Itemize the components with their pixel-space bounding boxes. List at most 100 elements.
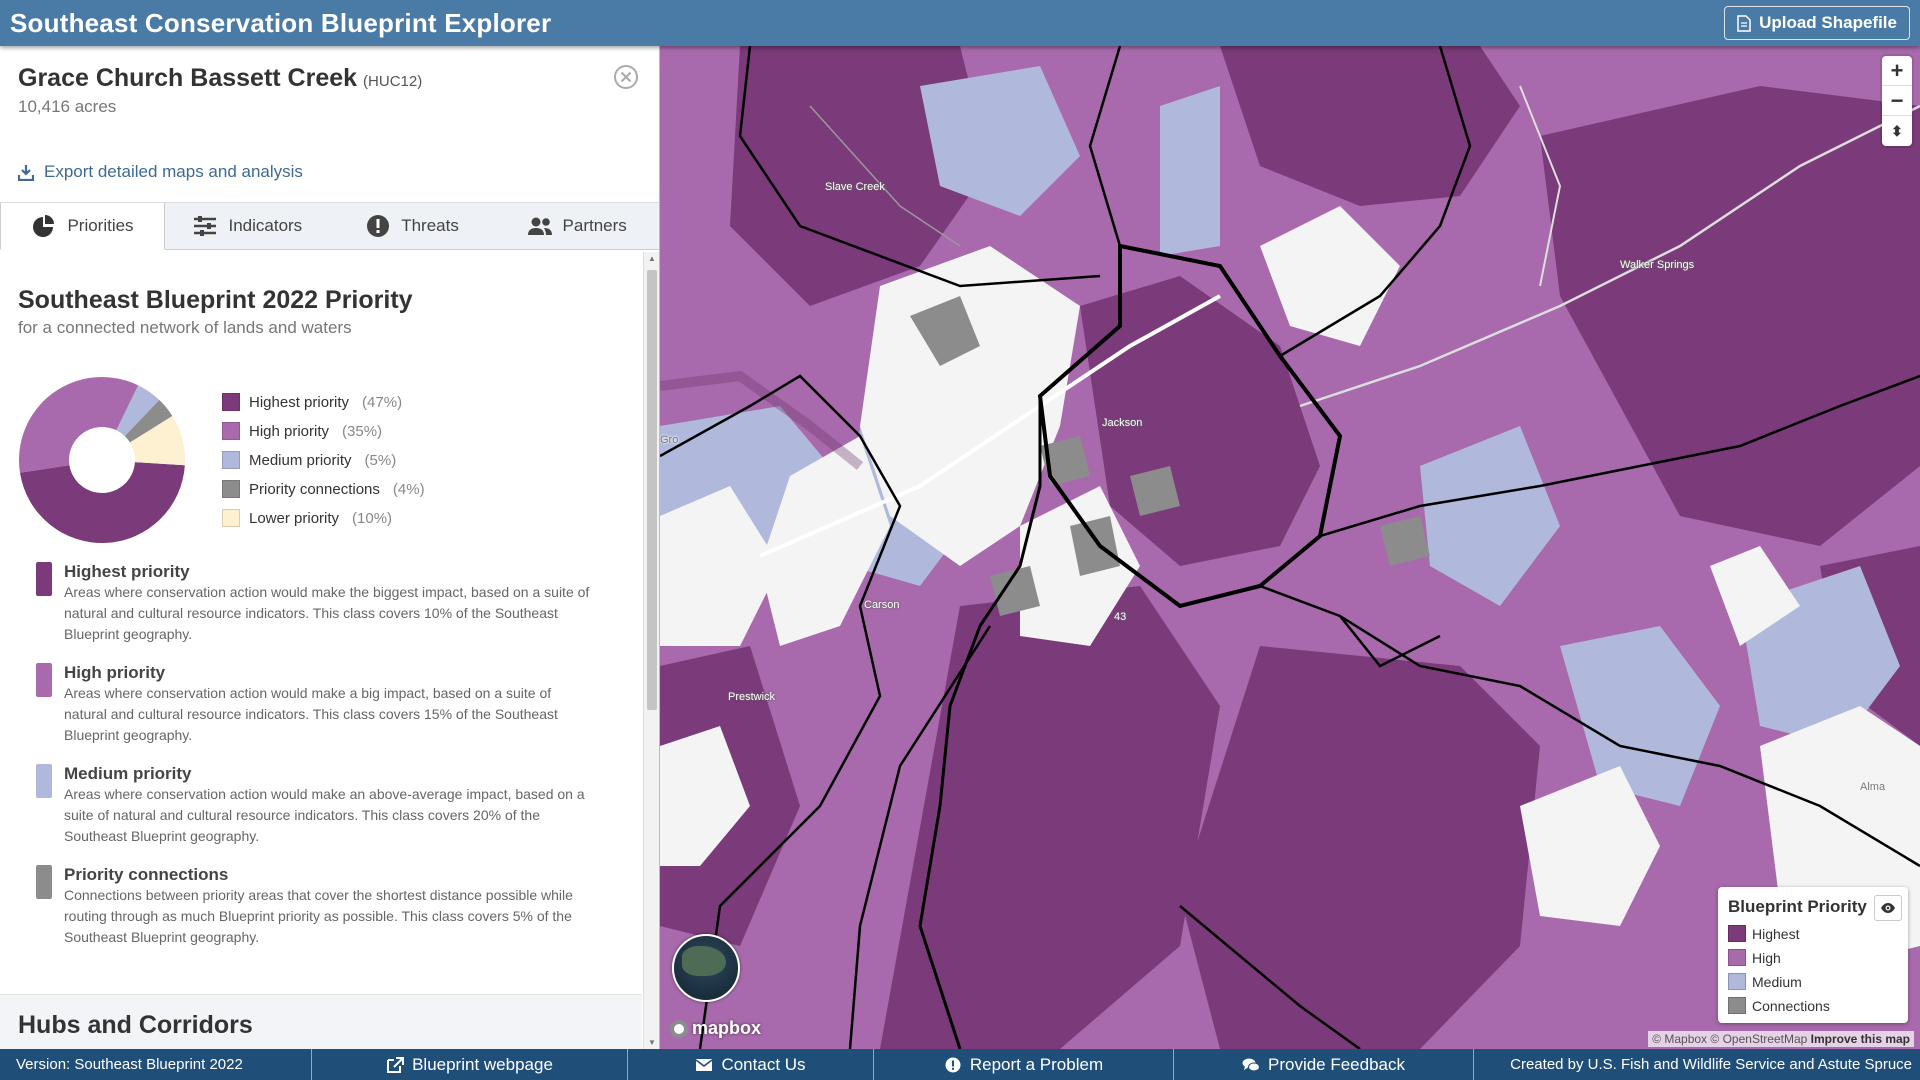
sidebar-scrollbar[interactable]: ▲ ▼ bbox=[643, 252, 659, 1049]
definition-body: Priority connections Connections between … bbox=[64, 865, 594, 948]
map-label-road-43: 43 bbox=[1114, 611, 1127, 623]
eye-icon bbox=[1881, 903, 1895, 913]
map-legend: Blueprint Priority Highest High Medium Conn… bbox=[1718, 887, 1908, 1023]
tab-indicators[interactable]: Indicators bbox=[165, 203, 330, 249]
donut-slice-highest-priority bbox=[19, 462, 185, 543]
map-label-jackson: Jackson bbox=[1102, 417, 1143, 429]
minimap-land bbox=[682, 946, 726, 976]
tab-priorities[interactable]: Priorities bbox=[0, 203, 165, 250]
map-legend-title: Blueprint Priority bbox=[1728, 897, 1867, 916]
map-label-prestwick: Prestwick bbox=[728, 691, 776, 703]
close-icon[interactable] bbox=[613, 64, 639, 90]
footer-credit: Created by U.S. Fish and Wildlife Servic… bbox=[1510, 1056, 1912, 1073]
export-report-link[interactable]: Export detailed maps and analysis bbox=[0, 154, 659, 190]
definition-text: Areas where conservation action would ma… bbox=[64, 584, 590, 642]
map-legend-swatch bbox=[1728, 949, 1746, 966]
attrib-improve[interactable]: Improve this map bbox=[1811, 1032, 1910, 1046]
definition-title: Priority connections bbox=[64, 865, 229, 884]
definition-color-bar bbox=[36, 663, 52, 697]
mapbox-logo[interactable]: mapbox bbox=[670, 1018, 761, 1039]
priority-definition: Priority connections Connections between … bbox=[18, 865, 624, 948]
footer-report-link[interactable]: Report a Problem bbox=[874, 1049, 1174, 1080]
compass-button[interactable]: ⬍ bbox=[1882, 116, 1912, 146]
footer-contact-label: Contact Us bbox=[721, 1054, 806, 1074]
map-legend-item: Medium bbox=[1728, 973, 1898, 990]
chart-legend-item: Priority connections (4%) bbox=[222, 480, 425, 498]
zoom-in-button[interactable]: + bbox=[1882, 56, 1912, 86]
map-legend-swatch bbox=[1728, 925, 1746, 942]
map-label-walker-springs: Walker Springs bbox=[1620, 259, 1695, 271]
legend-label: Lower priority bbox=[249, 509, 340, 527]
definition-color-bar bbox=[36, 764, 52, 798]
definition-body: Highest priority Areas where conservation… bbox=[64, 562, 594, 645]
exclamation-icon bbox=[367, 215, 390, 237]
unit-title: Grace Church Bassett Creek (HUC12) bbox=[18, 64, 641, 93]
toggle-visibility-button[interactable] bbox=[1874, 895, 1902, 921]
footer-blueprint-link[interactable]: Blueprint webpage bbox=[312, 1049, 628, 1080]
map-label-alma: Alma bbox=[1860, 781, 1886, 793]
priority-definitions: Highest priority Areas where conservation… bbox=[18, 562, 624, 948]
definition-body: Medium priority Areas where conservation … bbox=[64, 764, 594, 847]
upload-shapefile-label: Upload Shapefile bbox=[1759, 13, 1897, 32]
map-legend-label: High bbox=[1752, 949, 1781, 966]
tab-indicators-label: Indicators bbox=[228, 216, 303, 235]
app-title: Southeast Conservation Blueprint Explore… bbox=[10, 7, 552, 38]
scroll-up-icon[interactable]: ▲ bbox=[648, 254, 656, 263]
priority-donut-chart bbox=[19, 377, 185, 543]
unit-name: Grace Church Bassett Creek bbox=[18, 64, 358, 92]
legend-percent: (4%) bbox=[392, 480, 425, 498]
pie-chart-icon bbox=[33, 215, 55, 237]
legend-label: Priority connections bbox=[249, 480, 380, 498]
legend-swatch bbox=[222, 509, 240, 527]
legend-swatch bbox=[222, 451, 240, 469]
map-view[interactable]: Slave Creek Walker Springs Jackson Carso… bbox=[660, 46, 1920, 1049]
chart-legend-item: High priority (35%) bbox=[222, 422, 425, 440]
zoom-control: + − ⬍ bbox=[1882, 56, 1912, 146]
map-legend-label: Highest bbox=[1752, 925, 1800, 942]
tab-priorities-label: Priorities bbox=[67, 216, 134, 235]
attrib-mapbox[interactable]: © Mapbox bbox=[1652, 1032, 1707, 1046]
sliders-icon bbox=[194, 216, 217, 236]
scroll-down-icon[interactable]: ▼ bbox=[648, 1038, 656, 1047]
definition-title: High priority bbox=[64, 663, 166, 682]
legend-percent: (47%) bbox=[362, 393, 403, 411]
tab-partners[interactable]: Partners bbox=[494, 203, 659, 249]
legend-label: Medium priority bbox=[249, 451, 352, 469]
map-legend-item: Highest bbox=[1728, 925, 1898, 942]
locator-minimap[interactable] bbox=[672, 934, 740, 1002]
chart-legend-item: Lower priority (10%) bbox=[222, 509, 425, 527]
priority-chart-row: Highest priority (47%) High priority (35%) M… bbox=[18, 376, 624, 544]
chart-legend-item: Medium priority (5%) bbox=[222, 451, 425, 469]
tab-threats[interactable]: Threats bbox=[330, 203, 495, 249]
footer-feedback-label: Provide Feedback bbox=[1267, 1054, 1406, 1074]
app-header: Southeast Conservation Blueprint Explore… bbox=[0, 0, 1920, 46]
export-label: Export detailed maps and analysis bbox=[44, 162, 303, 181]
footer-report-label: Report a Problem bbox=[969, 1054, 1104, 1074]
definition-title: Medium priority bbox=[64, 764, 192, 783]
definition-title: Highest priority bbox=[64, 562, 190, 581]
exclamation-circle-icon bbox=[945, 1057, 961, 1072]
legend-percent: (35%) bbox=[342, 422, 383, 440]
tab-bar: Priorities Indicators Threats Partners bbox=[0, 202, 659, 250]
attrib-osm[interactable]: © OpenStreetMap bbox=[1710, 1032, 1807, 1046]
upload-shapefile-button[interactable]: Upload Shapefile bbox=[1724, 6, 1910, 40]
comments-icon bbox=[1242, 1058, 1260, 1071]
legend-label: High priority bbox=[249, 422, 330, 440]
tab-partners-label: Partners bbox=[562, 216, 627, 235]
tab-threats-label: Threats bbox=[401, 216, 459, 235]
app-footer: Version: Southeast Blueprint 2022 Bluepr… bbox=[0, 1049, 1920, 1080]
map-legend-swatch bbox=[1728, 973, 1746, 990]
hubs-corridors-section: Hubs and Corridors bbox=[0, 994, 642, 1049]
zoom-out-button[interactable]: − bbox=[1882, 86, 1912, 116]
definition-text: Areas where conservation action would ma… bbox=[64, 786, 585, 844]
legend-swatch bbox=[222, 422, 240, 440]
sidebar: Grace Church Bassett Creek (HUC12) 10,416… bbox=[0, 46, 660, 1049]
scrollbar-thumb[interactable] bbox=[647, 270, 657, 710]
map-label-carson: Carson bbox=[864, 599, 900, 611]
priority-definition: Medium priority Areas where conservation … bbox=[18, 764, 624, 847]
footer-feedback-link[interactable]: Provide Feedback bbox=[1174, 1049, 1474, 1080]
priority-definition: High priority Areas where conservation ac… bbox=[18, 663, 624, 746]
footer-contact-link[interactable]: Contact Us bbox=[628, 1049, 874, 1080]
map-legend-items: Highest High Medium Connections bbox=[1728, 925, 1898, 1014]
map-label-slave-creek: Slave Creek bbox=[825, 181, 885, 193]
